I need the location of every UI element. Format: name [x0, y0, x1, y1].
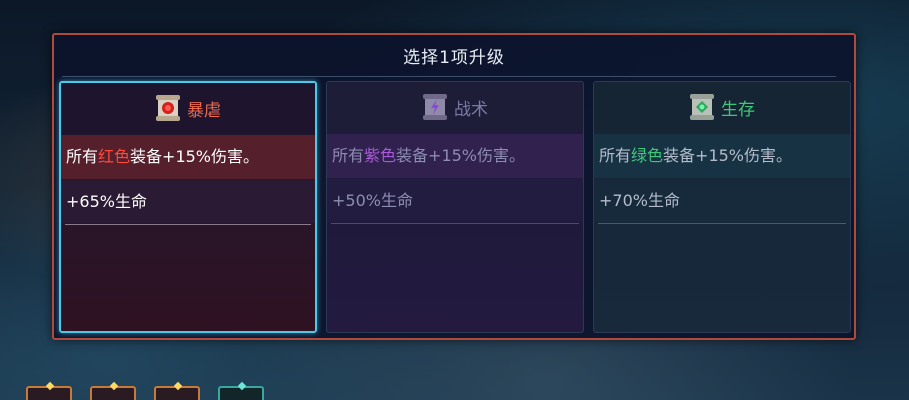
card-header: 生存: [594, 82, 850, 132]
gem-icon: [45, 381, 55, 391]
green-scroll-icon: [689, 93, 715, 121]
row-divider: [598, 223, 846, 224]
gem-icon: [109, 381, 119, 391]
health-bonus-text: +70%生命: [599, 191, 680, 210]
health-bonus-text: +65%生命: [66, 192, 147, 211]
game-scene: 选择1项升级 暴虐 所有红色装备+15%伤害。 +65%生命 战术 所有紫色装备…: [0, 0, 909, 400]
red-scroll-icon: [155, 94, 181, 122]
health-bonus-row: +50%生命: [327, 179, 583, 222]
equipment-slot-icon[interactable]: [218, 381, 264, 400]
health-bonus-text: +50%生命: [332, 191, 413, 210]
damage-bonus-row: 所有绿色装备+15%伤害。: [594, 134, 850, 178]
desc-suffix: 装备+15%伤害。: [396, 146, 526, 165]
desc-prefix: 所有: [599, 146, 632, 165]
purple-scroll-icon: [422, 93, 448, 121]
card-title: 生存: [721, 99, 755, 120]
color-keyword: 紫色: [364, 146, 397, 165]
row-divider: [331, 223, 579, 224]
health-bonus-row: +70%生命: [594, 179, 850, 222]
color-keyword: 红色: [98, 147, 131, 166]
damage-bonus-row: 所有紫色装备+15%伤害。: [327, 134, 583, 178]
equipment-slot-icon[interactable]: [154, 381, 200, 400]
card-title: 战术: [454, 99, 488, 120]
desc-suffix: 装备+15%伤害。: [130, 147, 260, 166]
upgrade-card-tactics[interactable]: 战术 所有紫色装备+15%伤害。 +50%生命: [326, 81, 584, 333]
color-keyword: 绿色: [631, 146, 664, 165]
card-header: 暴虐: [61, 83, 315, 133]
damage-bonus-row: 所有红色装备+15%伤害。: [61, 135, 315, 179]
desc-prefix: 所有: [66, 147, 99, 166]
upgrade-selection-dialog: 选择1项升级 暴虐 所有红色装备+15%伤害。 +65%生命 战术 所有紫色装备…: [52, 33, 856, 340]
equipment-bar: [26, 381, 264, 400]
health-bonus-row: +65%生命: [61, 180, 315, 223]
desc-prefix: 所有: [332, 146, 365, 165]
desc-suffix: 装备+15%伤害。: [663, 146, 793, 165]
card-header: 战术: [327, 82, 583, 132]
equipment-slot-icon[interactable]: [90, 381, 136, 400]
upgrade-card-brutality[interactable]: 暴虐 所有红色装备+15%伤害。 +65%生命: [59, 81, 317, 333]
title-divider: [62, 76, 836, 77]
card-title: 暴虐: [187, 100, 221, 121]
gem-icon: [173, 381, 183, 391]
upgrade-card-survival[interactable]: 生存 所有绿色装备+15%伤害。 +70%生命: [593, 81, 851, 333]
row-divider: [65, 224, 311, 225]
gem-icon: [237, 381, 247, 391]
dialog-title: 选择1项升级: [403, 48, 505, 68]
equipment-slot-icon[interactable]: [26, 381, 72, 400]
